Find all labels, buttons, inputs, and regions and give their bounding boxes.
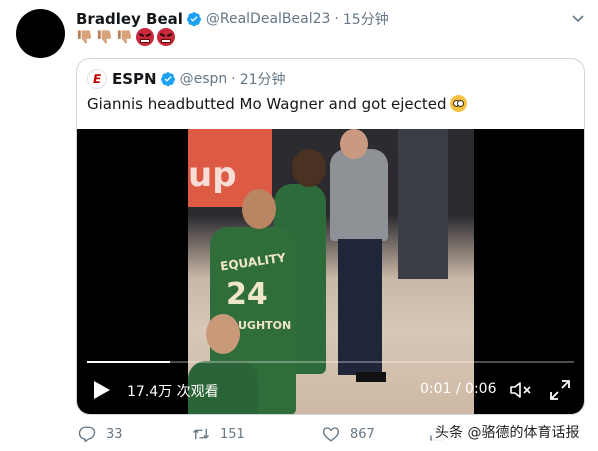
espn-avatar[interactable]: E xyxy=(87,69,107,89)
angry-face-icon xyxy=(136,28,154,46)
like-count: 867 xyxy=(350,426,375,442)
quoted-tweet-header: E ESPN @espn · 21分钟 xyxy=(87,68,286,90)
quoted-tweet-time[interactable]: 21分钟 xyxy=(240,69,286,89)
tweet-header: Bradley Beal @RealDealBeal23 · 15分钟 xyxy=(76,8,389,30)
volume-muted-icon[interactable] xyxy=(509,380,533,400)
like-button[interactable]: 867 xyxy=(322,424,375,444)
author-handle[interactable]: @RealDealBeal23 xyxy=(206,11,331,27)
jersey-number: 24 xyxy=(226,277,268,312)
espn-logo-text: E xyxy=(91,72,103,86)
angry-face-icon xyxy=(157,28,175,46)
verified-badge-icon xyxy=(186,12,201,27)
video-controls: 17.4万 次观看 0:01 / 0:06 xyxy=(77,369,584,409)
background-person xyxy=(398,129,448,279)
author-name[interactable]: Bradley Beal xyxy=(76,10,183,28)
quoted-tweet[interactable]: E ESPN @espn · 21分钟 Giannis headbutted M… xyxy=(76,58,585,415)
flushed-face-icon xyxy=(449,95,467,112)
thumbs-down-icon xyxy=(117,30,132,44)
arena-banner-text: up xyxy=(188,155,237,195)
avatar[interactable] xyxy=(16,9,65,58)
tweet-time[interactable]: 15分钟 xyxy=(343,9,389,29)
referee-head xyxy=(340,129,368,159)
watermark: 头条 @骆德的体育话报 xyxy=(432,421,583,443)
video-timecode: 0:01 / 0:06 xyxy=(420,381,497,397)
thumbs-down-icon xyxy=(97,30,112,44)
tweet-text xyxy=(76,28,175,48)
chevron-down-icon[interactable] xyxy=(570,10,586,26)
video-progress-bar[interactable] xyxy=(87,361,574,363)
view-count: 17.4万 次观看 xyxy=(127,384,219,400)
thumbs-down-icon xyxy=(77,30,92,44)
reply-count: 33 xyxy=(106,426,123,442)
video-progress-fill xyxy=(87,361,170,363)
player-front-head xyxy=(206,314,240,354)
retweet-count: 151 xyxy=(220,426,245,442)
play-icon[interactable] xyxy=(93,380,111,400)
player-giannis-head xyxy=(292,149,326,187)
quoted-author-handle[interactable]: @espn xyxy=(180,71,228,87)
quoted-tweet-text: Giannis headbutted Mo Wagner and got eje… xyxy=(87,95,447,113)
retweet-button[interactable]: 151 xyxy=(192,424,245,444)
jersey-bottom-text: UGHTON xyxy=(238,319,292,332)
referee xyxy=(330,149,388,241)
reply-icon xyxy=(78,426,96,443)
video-player[interactable]: up EQUALITY 24 UGHTON 17.4万 次观看 0:01 / 0… xyxy=(77,129,584,414)
fullscreen-icon[interactable] xyxy=(549,379,571,401)
separator-dot: · xyxy=(334,11,339,27)
quoted-author-name[interactable]: ESPN xyxy=(112,70,157,88)
like-icon xyxy=(322,427,340,442)
quoted-tweet-text-row: Giannis headbutted Mo Wagner and got eje… xyxy=(87,95,467,113)
reply-button[interactable]: 33 xyxy=(78,424,123,444)
tweet-card[interactable]: Bradley Beal @RealDealBeal23 · 15分钟 E ES… xyxy=(0,0,598,451)
referee-pants xyxy=(338,239,382,375)
retweet-icon xyxy=(193,428,209,440)
player-24-head xyxy=(242,189,276,229)
verified-badge-icon xyxy=(160,72,175,87)
separator-dot: · xyxy=(231,71,236,87)
